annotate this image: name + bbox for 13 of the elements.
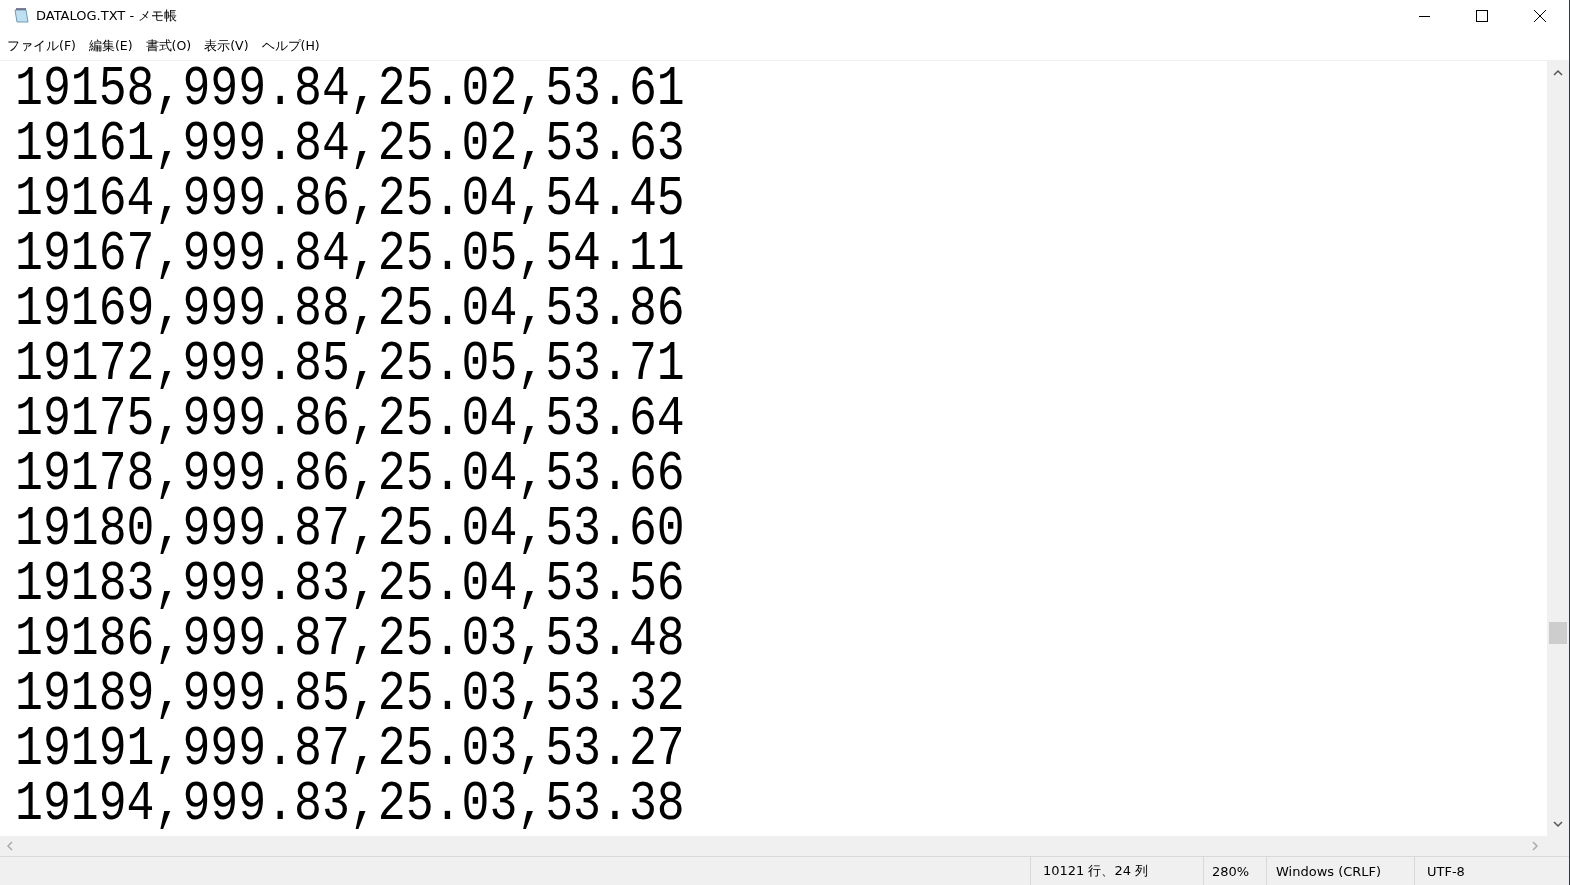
notepad-icon (12, 7, 30, 25)
status-text: Windows (CRLF) (1266, 857, 1414, 885)
status-text: 10121 行、24 列 (1030, 857, 1203, 885)
menu-item[interactable]: 編集(E) (88, 37, 133, 55)
window-title: DATALOG.TXT - メモ帳 (36, 7, 178, 25)
menu-item[interactable]: ヘルプ(H) (261, 37, 320, 55)
scrollbar-thumb[interactable] (1549, 622, 1567, 644)
text-line: 19158,999.84,25.02,53.61 (15, 61, 685, 121)
menu-item[interactable]: 書式(O) (145, 37, 192, 55)
menu-item[interactable]: 表示(V) (204, 37, 249, 55)
status-text: UTF-8 (1414, 857, 1569, 885)
status-text: 280% (1203, 857, 1266, 885)
menu-item[interactable]: ファイル(F) (7, 37, 76, 55)
